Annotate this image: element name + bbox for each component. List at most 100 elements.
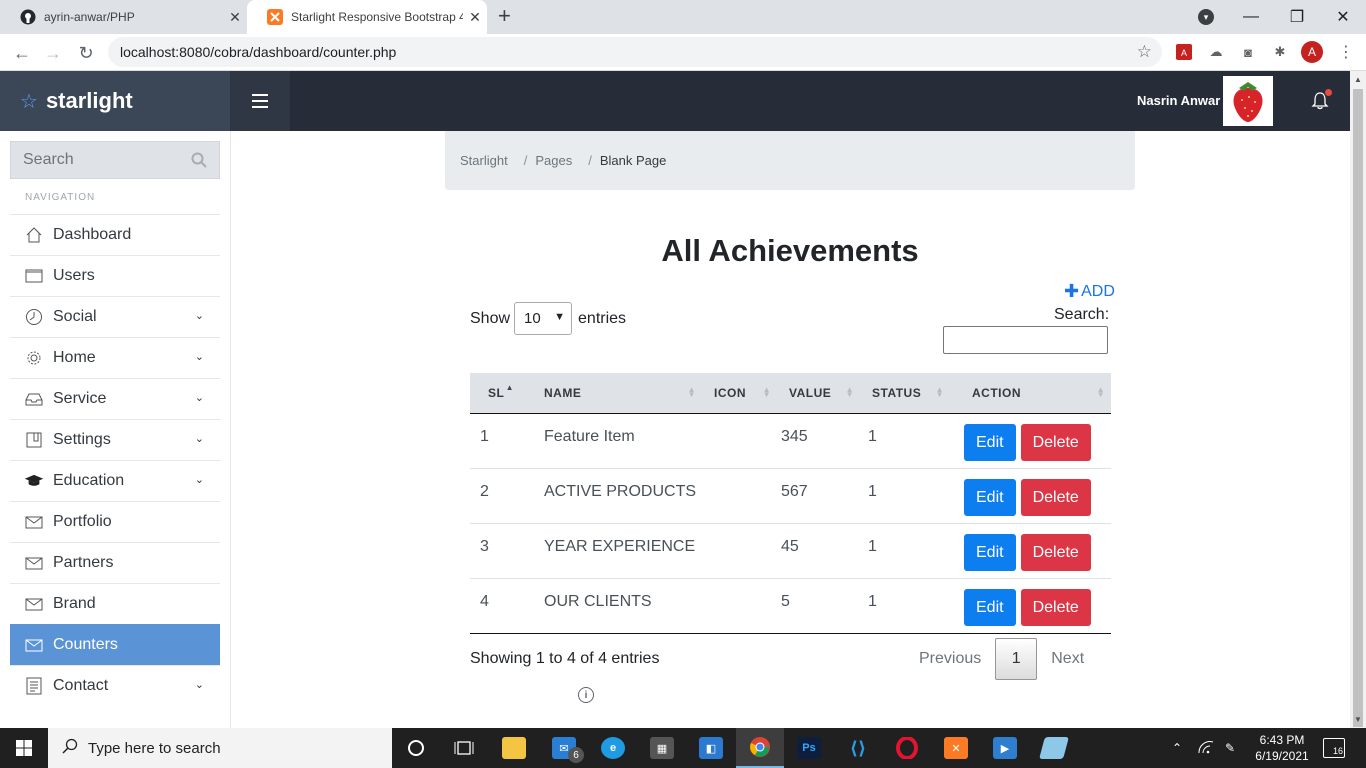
brand-logo[interactable]: ☆ starlight <box>0 71 230 131</box>
column-header-name[interactable]: NAME ▲ ▼ <box>532 373 702 414</box>
vscode-icon[interactable]: ⟨⟩ <box>834 728 882 768</box>
avatar[interactable] <box>1223 76 1273 126</box>
minimize-icon[interactable]: — <box>1228 0 1274 34</box>
previous-button[interactable]: Previous <box>905 650 995 668</box>
file-explorer-icon[interactable] <box>490 728 538 768</box>
wifi-icon[interactable] <box>1198 728 1214 768</box>
tab-title: ayrin-anwar/PHP <box>44 10 135 24</box>
task-view-icon[interactable] <box>440 728 488 768</box>
mail-app-icon[interactable]: ✉ 6 <box>540 728 588 768</box>
scroll-up-icon[interactable]: ▲ <box>1354 75 1362 84</box>
page-scrollbar[interactable]: ▲ ▼ <box>1350 71 1366 728</box>
breadcrumb-link-pages[interactable]: Pages <box>535 153 572 168</box>
notification-center-icon[interactable]: 16 <box>1323 738 1345 758</box>
windows-start-icon[interactable] <box>0 728 48 768</box>
camera-extension-icon[interactable]: ◙ <box>1238 42 1258 62</box>
page-length-select[interactable]: 10 ▼ <box>514 302 573 335</box>
edit-button[interactable]: Edit <box>964 588 1016 626</box>
add-button[interactable]: ✚ ADD <box>1064 281 1115 302</box>
edit-button[interactable]: Edit <box>964 533 1016 571</box>
sidebar-item-contact[interactable]: Contact ⌄ <box>10 665 220 706</box>
column-header-status[interactable]: STATUS ▲ ▼ <box>860 373 950 414</box>
store-icon[interactable]: ▦ <box>638 728 686 768</box>
pdf-extension-icon[interactable]: A <box>1174 42 1194 62</box>
user-name[interactable]: Nasrin Anwar <box>1137 93 1220 108</box>
cloud-extension-icon[interactable]: ☁ <box>1206 42 1226 62</box>
tab-search-icon[interactable]: ▾ <box>1198 9 1214 25</box>
delete-button[interactable]: Delete <box>1020 423 1091 461</box>
clock[interactable]: 6:43 PM 6/19/2021 <box>1252 732 1312 764</box>
entries-label: entries <box>578 309 627 327</box>
sidebar-item-social[interactable]: Social ⌄ <box>10 296 220 337</box>
close-tab-icon[interactable]: ✕ <box>223 9 247 26</box>
chevron-up-icon[interactable]: ⌃ <box>1172 728 1182 768</box>
sidebar-item-home[interactable]: Home ⌄ <box>10 337 220 378</box>
chevron-down-icon[interactable]: ⌄ <box>195 350 204 363</box>
chrome-icon[interactable] <box>736 728 784 768</box>
cell-sl: 1 <box>470 413 532 469</box>
close-tab-icon[interactable]: ✕ <box>463 9 487 26</box>
sidebar-search-input[interactable]: Search <box>10 141 220 179</box>
cortana-icon[interactable] <box>392 728 440 768</box>
new-tab-icon[interactable]: + <box>498 5 511 27</box>
notification-bell-icon[interactable] <box>1310 89 1332 111</box>
table-search-input[interactable] <box>943 326 1108 354</box>
sidebar-item-portfolio[interactable]: Portfolio <box>10 501 220 542</box>
back-icon[interactable]: ← <box>9 40 35 66</box>
scrollbar-thumb[interactable] <box>1353 89 1363 727</box>
breadcrumb-separator: / <box>523 153 528 168</box>
sidebar-item-partners[interactable]: Partners <box>10 542 220 583</box>
sidebar-item-service[interactable]: Service ⌄ <box>10 378 220 419</box>
app-icon[interactable]: ◧ <box>687 728 735 768</box>
column-header-sl[interactable]: SL ▲ <box>470 373 532 414</box>
sidebar-item-brand[interactable]: Brand <box>10 583 220 624</box>
media-player-icon[interactable]: ▶ <box>981 728 1029 768</box>
edit-button[interactable]: Edit <box>964 478 1016 516</box>
delete-button[interactable]: Delete <box>1020 478 1091 516</box>
page-title: All Achievements <box>661 233 919 268</box>
url-field[interactable]: i localhost:8080/cobra/dashboard/counter… <box>108 37 1162 703</box>
delete-button[interactable]: Delete <box>1020 533 1091 571</box>
chevron-down-icon[interactable]: ⌄ <box>195 432 204 445</box>
sidebar-item-settings[interactable]: Settings ⌄ <box>10 419 220 460</box>
column-header-action[interactable]: ACTION ▲ ▼ <box>950 373 1111 414</box>
scroll-down-icon[interactable]: ▼ <box>1354 715 1362 724</box>
next-button[interactable]: Next <box>1037 650 1098 668</box>
browser-tab-bar: ayrin-anwar/PHP ✕ Starlight Responsive B… <box>0 0 1366 34</box>
chevron-down-icon[interactable]: ⌄ <box>195 678 204 691</box>
browser-tab-github[interactable]: ayrin-anwar/PHP ✕ <box>0 0 247 34</box>
edge-icon[interactable]: e <box>589 728 637 768</box>
sidebar-item-counters[interactable]: Counters <box>10 624 220 665</box>
profile-avatar[interactable]: A <box>1301 41 1323 63</box>
sidebar-item-education[interactable]: Education ⌄ <box>10 460 220 501</box>
photoshop-icon[interactable]: Ps <box>785 728 833 768</box>
forward-icon[interactable]: → <box>40 40 66 66</box>
sidebar-item-dashboard[interactable]: Dashboard <box>10 214 220 255</box>
column-header-value[interactable]: VALUE ▲ ▼ <box>777 373 860 414</box>
edit-button[interactable]: Edit <box>964 423 1016 461</box>
taskbar-search-input[interactable]: Type here to search <box>48 728 392 768</box>
bookmark-star-icon[interactable]: ☆ <box>1137 42 1152 62</box>
close-window-icon[interactable]: ✕ <box>1320 0 1366 34</box>
browser-tab-starlight[interactable]: Starlight Responsive Bootstrap 4 ✕ <box>247 0 487 34</box>
chevron-down-icon[interactable]: ⌄ <box>195 309 204 322</box>
puzzle-extensions-icon[interactable]: ✱ <box>1270 42 1290 62</box>
restore-icon[interactable]: ❐ <box>1274 0 1320 34</box>
opera-icon[interactable] <box>883 728 931 768</box>
chevron-down-icon[interactable]: ⌄ <box>195 391 204 404</box>
breadcrumb-link-starlight[interactable]: Starlight <box>460 153 508 168</box>
sidebar-item-users[interactable]: Users <box>10 255 220 296</box>
menu-kebab-icon[interactable]: ⋮ <box>1338 42 1354 62</box>
menu-toggle-button[interactable] <box>230 71 290 131</box>
search-icon[interactable] <box>191 152 207 173</box>
site-info-icon[interactable]: i <box>578 687 594 703</box>
chevron-down-icon[interactable]: ⌄ <box>195 473 204 486</box>
reload-icon[interactable]: ↻ <box>73 40 99 66</box>
delete-button[interactable]: Delete <box>1020 588 1091 626</box>
xampp-icon[interactable]: ✕ <box>932 728 980 768</box>
pen-icon[interactable]: ✎ <box>1225 728 1235 768</box>
column-header-icon[interactable]: ICON ▲ ▼ <box>702 373 777 414</box>
page-button-current[interactable]: 1 <box>995 638 1038 680</box>
notepad-icon[interactable] <box>1030 728 1078 768</box>
sort-icon: ▲ ▼ <box>762 385 771 399</box>
